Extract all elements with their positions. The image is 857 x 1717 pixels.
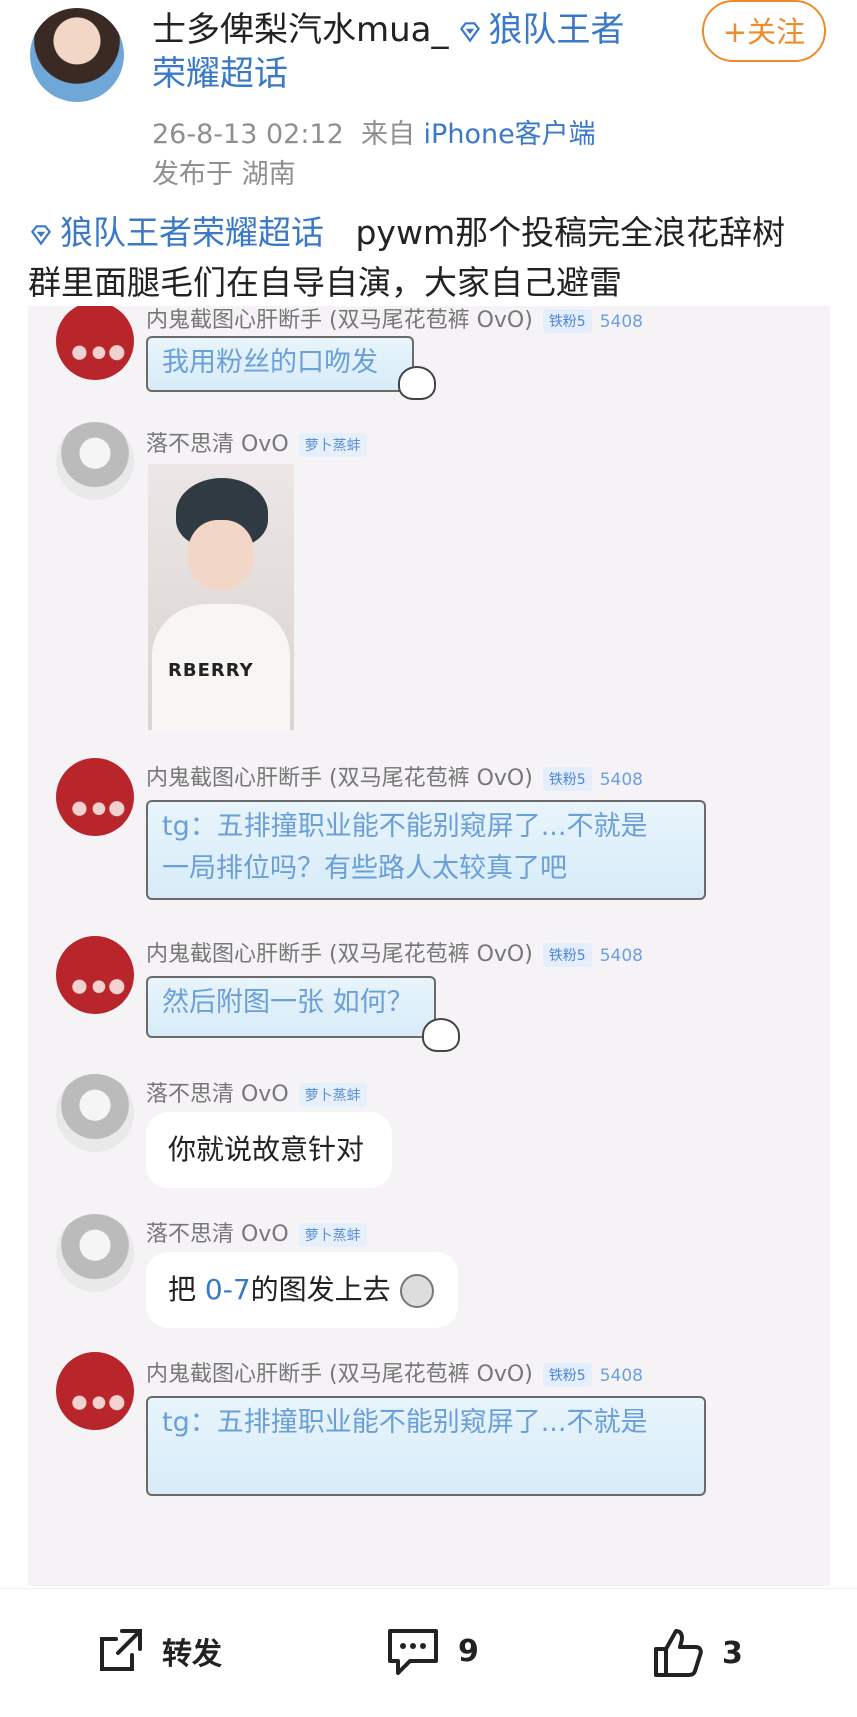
comment-count: 9 <box>458 1633 479 1669</box>
fan-badge: 萝卜蒸蚌 <box>298 433 367 457</box>
chat-text-post: 的图发上去 <box>250 1273 391 1306</box>
post-timestamp: 26-8-13 02:12 <box>152 119 344 150</box>
fan-badge: 铁粉5 <box>542 309 592 333</box>
post-text-line1: pywm那个投稿完全浪花辞树 <box>355 213 786 252</box>
share-icon <box>100 1629 142 1671</box>
follow-button[interactable]: +关注 <box>702 0 826 62</box>
author-avatar[interactable] <box>30 8 124 102</box>
chat-sender: 落不思清 OvO 萝卜蒸蚌 <box>146 1076 367 1108</box>
post-text-line2: 群里面腿毛们在自导自演，大家自己避雷 <box>28 263 622 302</box>
chat-avatar <box>56 758 134 836</box>
post-body: 狼队王者荣耀超话 pywm那个投稿完全浪花辞树 群里面腿毛们在自导自演，大家自己… <box>28 208 838 308</box>
author-name[interactable]: 士多俾梨汽水mua_ <box>152 10 449 50</box>
fan-number: 5408 <box>599 946 643 966</box>
comment-icon <box>388 1629 438 1675</box>
fan-number: 5408 <box>599 312 643 332</box>
comment-button[interactable]: 9 <box>384 1625 479 1677</box>
fan-badge: 铁粉5 <box>542 943 592 967</box>
chat-sender: 内鬼截图心肝断手 (双马尾花苞裤 OvO) 铁粉5 5408 <box>146 1356 643 1388</box>
photo-shirt-logo: RBERRY <box>168 660 254 681</box>
chat-bubble: 把 0-7的图发上去 <box>146 1252 458 1328</box>
chat-sender-name: 内鬼截图心肝断手 (双马尾花苞裤 OvO) <box>146 942 533 967</box>
author-topic-line2[interactable]: 荣耀超话 <box>152 54 288 94</box>
chat-sender-name: 落不思清 OvO <box>146 432 289 457</box>
chat-bubble: 你就说故意针对 <box>146 1112 392 1188</box>
thumbs-up-icon <box>654 1629 703 1677</box>
super-topic-icon <box>30 224 52 246</box>
author-line[interactable]: 士多俾梨汽水mua_ 狼队王者 荣耀超话 <box>152 8 672 96</box>
action-bar: 转发 9 3 <box>0 1588 857 1717</box>
chat-avatar <box>56 1074 134 1152</box>
chat-text-score: 0-7 <box>204 1273 251 1306</box>
chat-avatar <box>56 1352 134 1430</box>
chat-avatar <box>56 1214 134 1292</box>
chat-sender: 落不思清 OvO 萝卜蒸蚌 <box>146 426 367 458</box>
chat-bubble: tg：五排撞职业能不能别窥屏了...不就是 一局排位吗？有些路人太较真了吧 <box>146 800 706 900</box>
chat-sender: 内鬼截图心肝断手 (双马尾花苞裤 OvO) 铁粉5 5408 <box>146 760 643 792</box>
chat-sender-name: 内鬼截图心肝断手 (双马尾花苞裤 OvO) <box>146 308 533 333</box>
author-topic-line1[interactable]: 狼队王者 <box>489 10 625 50</box>
chat-sender-name: 落不思清 OvO <box>146 1082 289 1107</box>
post-topic-link[interactable]: 狼队王者荣耀超话 <box>60 213 324 252</box>
chat-sender-name: 落不思清 OvO <box>146 1222 289 1247</box>
post-from-prefix: 来自 <box>360 119 415 150</box>
super-topic-icon <box>459 21 480 43</box>
pochacco-sticker-icon <box>398 366 436 400</box>
fan-badge: 萝卜蒸蚌 <box>298 1223 367 1247</box>
chat-avatar <box>56 306 134 380</box>
chat-bubble: 然后附图一张 如何？ <box>146 976 436 1038</box>
chat-bubble: tg：五排撞职业能不能别窥屏了...不就是 <box>146 1396 706 1496</box>
chat-photo: RBERRY <box>148 464 294 730</box>
chat-bubble-line1: tg：五排撞职业能不能别窥屏了...不就是 <box>162 811 648 842</box>
repost-button[interactable]: 转发 <box>94 1625 222 1677</box>
chat-sender: 落不思清 OvO 萝卜蒸蚌 <box>146 1216 367 1248</box>
chat-text-pre: 把 <box>168 1273 205 1306</box>
chat-sender-name: 内鬼截图心肝断手 (双马尾花苞裤 OvO) <box>146 1362 533 1387</box>
like-count: 3 <box>722 1635 743 1671</box>
chat-screenshot-image[interactable]: 内鬼截图心肝断手 (双马尾花苞裤 OvO) 铁粉5 5408 我用粉丝的口吻发 落不… <box>28 306 830 1586</box>
like-button[interactable]: 3 <box>650 1625 743 1681</box>
chat-bubble-line2: 一局排位吗？有些路人太较真了吧 <box>162 853 567 884</box>
post-source[interactable]: iPhone客户端 <box>424 119 596 150</box>
post-location: 发布于 湖南 <box>152 159 296 190</box>
fan-number: 5408 <box>599 770 643 790</box>
chat-avatar <box>56 422 134 500</box>
fan-number: 5408 <box>599 1366 643 1386</box>
pochacco-sticker-icon <box>422 1018 460 1052</box>
chat-bubble: 我用粉丝的口吻发 <box>146 336 414 392</box>
post-meta: 26-8-13 02:12 来自 iPhone客户端 <box>152 112 596 151</box>
fan-badge: 萝卜蒸蚌 <box>298 1083 367 1107</box>
chat-sender: 内鬼截图心肝断手 (双马尾花苞裤 OvO) 铁粉5 5408 <box>146 306 643 334</box>
chat-sender-name: 内鬼截图心肝断手 (双马尾花苞裤 OvO) <box>146 766 533 791</box>
fan-badge: 铁粉5 <box>542 1363 592 1387</box>
dog-emoji-icon <box>399 1274 434 1308</box>
chat-sender: 内鬼截图心肝断手 (双马尾花苞裤 OvO) 铁粉5 5408 <box>146 936 643 968</box>
fan-badge: 铁粉5 <box>542 767 592 791</box>
repost-label: 转发 <box>162 1637 222 1672</box>
chat-avatar <box>56 936 134 1014</box>
